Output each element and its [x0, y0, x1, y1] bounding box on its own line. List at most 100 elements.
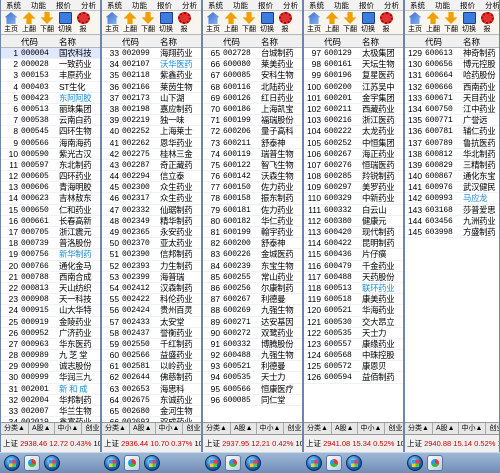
- table-row[interactable]: 125 600572 康恩贝: [304, 361, 403, 373]
- app-icon[interactable]: [124, 455, 140, 471]
- menu-item-1[interactable]: 功能: [329, 0, 354, 10]
- switch-button[interactable]: 切换: [157, 12, 175, 34]
- table-row[interactable]: 71 600199 福瑞股份: [203, 115, 302, 127]
- table-row[interactable]: 33 002099 海翔药业: [102, 48, 201, 60]
- table-row[interactable]: 48 002349 精华制药: [102, 216, 201, 227]
- menu-item-3[interactable]: 分析: [379, 0, 403, 10]
- table-row[interactable]: 133 600671 天目药业: [405, 93, 499, 104]
- table-row[interactable]: 131 600664 哈药股份: [405, 70, 499, 82]
- table-row[interactable]: 114 600422 昆明制药: [304, 238, 403, 250]
- header-name[interactable]: 名称: [362, 36, 379, 47]
- table-row[interactable]: 116 600479 千金药业: [304, 261, 403, 272]
- table-row[interactable]: 95 600566 恒康医疗: [203, 384, 302, 395]
- table-row[interactable]: 94 600535 天士力: [203, 372, 302, 384]
- table-row[interactable]: 115 600436 片仔癀: [304, 249, 403, 261]
- tab-2[interactable]: 中小▲: [358, 423, 386, 434]
- table-row[interactable]: 62 002644 佛慈制药: [102, 372, 201, 384]
- table-row[interactable]: 39 002219 独一味: [102, 115, 201, 127]
- table-row[interactable]: 105 600252 中恒集团: [304, 138, 403, 149]
- table-row[interactable]: 47 002332 仙琚制药: [102, 205, 201, 216]
- page-down-button[interactable]: 下翻: [38, 12, 56, 34]
- table-row[interactable]: 90 600272 双鹭药业: [203, 328, 302, 339]
- start-icon[interactable]: [205, 455, 221, 471]
- table-row[interactable]: 80 600182 华仁药业: [203, 216, 302, 227]
- start-icon[interactable]: [306, 455, 322, 471]
- table-row[interactable]: 27 000963 华东医药: [1, 339, 100, 351]
- header-name[interactable]: 名称: [261, 36, 278, 47]
- header-name[interactable]: 名称: [160, 36, 177, 47]
- table-row[interactable]: 137 600789 鲁抗医药: [405, 138, 499, 149]
- app-icon[interactable]: [225, 455, 241, 471]
- table-row[interactable]: 113 600420 现代制药: [304, 227, 403, 239]
- table-row[interactable]: 54 002412 汉森制药: [102, 283, 201, 295]
- table-row[interactable]: 43 002287 奇正藏药: [102, 160, 201, 172]
- tab-3[interactable]: 创业▲: [486, 423, 499, 434]
- page-up-button[interactable]: 上翻: [222, 12, 240, 34]
- table-row[interactable]: 10 000590 紫光古汉: [1, 149, 100, 160]
- table-row[interactable]: 53 002399 海普瑞: [102, 272, 201, 283]
- menu-item-1[interactable]: 功能: [127, 0, 152, 10]
- page-down-button[interactable]: 下翻: [240, 12, 258, 34]
- table-row[interactable]: 109 600297 美罗药业: [304, 182, 403, 194]
- page-down-button[interactable]: 下翻: [139, 12, 157, 34]
- menu-item-3[interactable]: 分析: [480, 0, 499, 10]
- table-row[interactable]: 12 000605 四环药业: [1, 171, 100, 183]
- table-row[interactable]: 143 603168 莎普爱思: [405, 205, 499, 216]
- table-row[interactable]: 72 600206 量子高科: [203, 126, 302, 138]
- start-icon[interactable]: [104, 455, 120, 471]
- table-row[interactable]: 34 002107 沃华医药: [102, 59, 201, 71]
- page-up-button[interactable]: 上翻: [20, 12, 38, 34]
- table-row[interactable]: 30 000999 华润三九: [1, 372, 100, 384]
- page-down-button[interactable]: 下翻: [341, 12, 359, 34]
- table-row[interactable]: 117 600488 天药股份: [304, 272, 403, 283]
- tab-0[interactable]: 分类▲: [304, 423, 332, 434]
- table-row[interactable]: 61 002581 以岭药业: [102, 361, 201, 373]
- tab-1[interactable]: A股▲: [433, 423, 459, 434]
- menu-item-2[interactable]: 报价: [51, 0, 76, 10]
- table-row[interactable]: 84 600239 东宝生物: [203, 261, 302, 272]
- menu-item-1[interactable]: 功能: [430, 0, 455, 10]
- table-row[interactable]: 81 600199 翰宇药业: [203, 227, 302, 239]
- table-row[interactable]: 83 600226 金城医药: [203, 249, 302, 261]
- table-row[interactable]: 49 002365 永安药业: [102, 227, 201, 239]
- table-row[interactable]: 126 600594 益佰制药: [304, 372, 403, 384]
- table-row[interactable]: 15 000650 仁和药业: [1, 205, 100, 216]
- app-icon[interactable]: [24, 455, 40, 471]
- quote-button[interactable]: 报: [175, 12, 193, 34]
- table-row[interactable]: 55 002422 科伦药业: [102, 294, 201, 306]
- tab-0[interactable]: 分类▲: [203, 423, 231, 434]
- table-row[interactable]: 32 002004 华邦制药: [1, 395, 100, 406]
- header-code[interactable]: 代码: [425, 36, 463, 47]
- home-button[interactable]: 主页: [406, 12, 424, 34]
- switch-button[interactable]: 切换: [359, 12, 377, 34]
- table-row[interactable]: 111 600332 白云山: [304, 205, 403, 216]
- header-code[interactable]: 代码: [223, 36, 261, 47]
- menu-item-3[interactable]: 分析: [278, 0, 302, 10]
- table-row[interactable]: 11 000597 东北制药: [1, 160, 100, 172]
- page-up-button[interactable]: 上翻: [323, 12, 341, 34]
- menu-item-0[interactable]: 系统: [102, 0, 127, 10]
- table-row[interactable]: 24 000915 山大华特: [1, 305, 100, 317]
- menu-item-1[interactable]: 功能: [228, 0, 253, 10]
- table-row[interactable]: 6 000513 丽珠集团: [1, 104, 100, 116]
- table-row[interactable]: 144 603456 九洲药业: [405, 216, 499, 227]
- table-row[interactable]: 3 000153 丰原药业: [1, 70, 100, 82]
- table-row[interactable]: 136 600781 辅仁药业: [405, 126, 499, 138]
- switch-button[interactable]: 切换: [56, 12, 74, 34]
- menu-item-2[interactable]: 报价: [253, 0, 278, 10]
- table-row[interactable]: 141 600976 武汉健民: [405, 182, 499, 194]
- tab-3[interactable]: 创业▲: [183, 423, 201, 434]
- table-row[interactable]: 50 002370 亚太药业: [102, 238, 201, 250]
- table-row[interactable]: 145 603998 方盛制药: [405, 227, 499, 239]
- table-row[interactable]: 65 002728 台城制药: [203, 48, 302, 60]
- home-button[interactable]: 主页: [204, 12, 222, 34]
- tab-0[interactable]: 分类▲: [102, 423, 130, 434]
- table-row[interactable]: 68 600116 北陆药业: [203, 82, 302, 93]
- app-icon[interactable]: [326, 455, 342, 471]
- menu-item-0[interactable]: 系统: [304, 0, 329, 10]
- table-row[interactable]: 93 600521 利德曼: [203, 361, 302, 373]
- table-row[interactable]: 87 600267 利德曼: [203, 294, 302, 306]
- table-row[interactable]: 51 002390 信邦制药: [102, 249, 201, 261]
- tab-2[interactable]: 中小▲: [156, 423, 184, 434]
- table-row[interactable]: 96 600085 同仁堂: [203, 395, 302, 406]
